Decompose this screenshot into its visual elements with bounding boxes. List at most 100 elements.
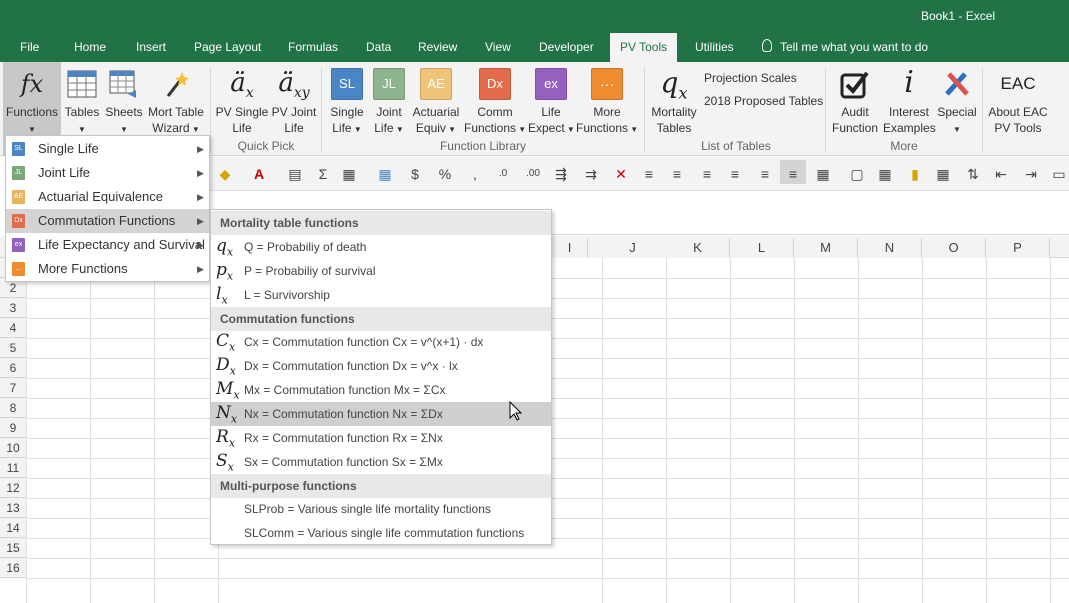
group-list-of-tables: List of Tables — [701, 139, 771, 153]
column-header[interactable]: J — [588, 238, 678, 258]
outdent-icon[interactable]: ⇥ — [1022, 165, 1040, 183]
border-grid-icon[interactable]: ▦ — [814, 165, 832, 183]
menu-item-label: Nx = Commutation function Nx = ΣDx — [244, 407, 443, 421]
chart-icon[interactable]: ▮ — [906, 165, 924, 183]
row-header[interactable]: 5 — [0, 338, 26, 358]
menu-item-nx[interactable]: Nx Nx = Commutation function Nx = ΣDx — [211, 402, 551, 426]
tab-view[interactable]: View — [485, 40, 511, 54]
border-all-icon[interactable]: ▦ — [876, 165, 894, 183]
remove-arrows-icon[interactable]: ✕ — [612, 165, 630, 183]
increase-decimal-icon[interactable]: .0 — [494, 165, 512, 183]
row-header[interactable]: 7 — [0, 378, 26, 398]
table-icon[interactable]: ▦ — [934, 165, 952, 183]
row-header[interactable]: 12 — [0, 478, 26, 498]
menu-item-label: L = Survivorship — [244, 288, 330, 302]
proposed-tables-button[interactable]: 2018 Proposed Tables — [704, 94, 823, 108]
tell-me-search[interactable]: Tell me what you want to do — [780, 40, 928, 54]
trace-dependents-icon[interactable]: ⇉ — [582, 165, 600, 183]
menu-item-joint-life[interactable]: JL Joint Life ▶ — [6, 161, 209, 185]
decrease-decimal-icon[interactable]: .00 — [524, 165, 542, 183]
percent-icon[interactable]: % — [436, 165, 454, 183]
group-quick-pick: Quick Pick — [237, 139, 295, 153]
tab-formulas[interactable]: Formulas — [288, 40, 338, 54]
tab-developer[interactable]: Developer — [539, 40, 594, 54]
row-header[interactable]: 15 — [0, 538, 26, 558]
menu-item-actuarial-equivalence[interactable]: AE Actuarial Equivalence ▶ — [6, 185, 209, 209]
align-right-icon[interactable]: ≡ — [698, 165, 716, 183]
tab-page-layout[interactable]: Page Layout — [194, 40, 261, 54]
row-header[interactable]: 13 — [0, 498, 26, 518]
column-header[interactable]: N — [858, 238, 922, 258]
align-middle-icon[interactable]: ≡ — [756, 165, 774, 183]
menu-item-more-functions[interactable]: ... More Functions ▶ — [6, 257, 209, 281]
sort-icon[interactable]: ⇅ — [964, 165, 982, 183]
menu-item-dx[interactable]: Dx Dx = Commutation function Dx = v^x · l… — [211, 354, 551, 378]
tab-pv-tools[interactable]: PV Tools — [610, 33, 678, 62]
tools-icon — [945, 72, 969, 96]
row-header[interactable]: 11 — [0, 458, 26, 478]
comma-icon[interactable]: , — [466, 165, 484, 183]
align-bottom-icon[interactable]: ≡ — [780, 160, 806, 184]
more-dots-icon: ... — [12, 262, 25, 276]
align-center-icon[interactable]: ≡ — [668, 165, 686, 183]
border-outer-icon[interactable]: ▢ — [848, 165, 866, 183]
tab-data[interactable]: Data — [366, 40, 391, 54]
borders-icon[interactable]: ▤ — [286, 165, 304, 183]
chevron-down-icon: ▼ — [78, 125, 86, 134]
tab-insert[interactable]: Insert — [136, 40, 166, 54]
column-header[interactable]: L — [730, 238, 794, 258]
font-color-icon[interactable]: A — [250, 165, 268, 183]
window-icon[interactable]: ▭ — [1050, 165, 1068, 183]
tab-home[interactable]: Home — [74, 40, 106, 54]
menu-item-commutation-functions[interactable]: Dx Commutation Functions ▶ — [6, 209, 209, 233]
menu-item-qx[interactable]: qx Q = Probabiliy of death — [211, 235, 551, 259]
ae-icon: AE — [420, 68, 452, 100]
sl-icon: SL — [331, 68, 363, 100]
column-header[interactable]: K — [666, 238, 730, 258]
projection-scales-button[interactable]: Projection Scales — [704, 71, 797, 85]
align-top-icon[interactable]: ≡ — [726, 165, 744, 183]
life-label: Life — [374, 121, 394, 135]
eac-logo: EAC — [1000, 74, 1036, 93]
menu-item-slcomm[interactable]: SLComm = Various single life commutation… — [211, 521, 551, 545]
menu-item-life-expectancy[interactable]: ex Life Expectancy and Survival ▶ — [6, 233, 209, 257]
sum-icon[interactable]: Σ — [314, 165, 332, 183]
indent-icon[interactable]: ⇤ — [992, 165, 1010, 183]
a-umlaut-x-icon: äx — [230, 68, 254, 102]
column-header[interactable]: P — [986, 238, 1050, 258]
row-header[interactable]: 16 — [0, 558, 26, 578]
row-header[interactable]: 9 — [0, 418, 26, 438]
tab-utilities[interactable]: Utilities — [695, 40, 734, 54]
menu-item-rx[interactable]: Rx Rx = Commutation function Rx = ΣNx — [211, 426, 551, 450]
row-header[interactable]: 10 — [0, 438, 26, 458]
life-label: Life — [232, 121, 252, 135]
tab-file[interactable]: File — [20, 40, 39, 54]
calendar-icon[interactable]: ▦ — [376, 165, 394, 183]
row-header[interactable]: 14 — [0, 518, 26, 538]
about-eac-button[interactable]: EAC About EAC PV Tools — [986, 62, 1050, 156]
menu-item-px[interactable]: px P = Probabiliy of survival — [211, 259, 551, 283]
row-header[interactable]: 6 — [0, 358, 26, 378]
row-header[interactable]: 4 — [0, 318, 26, 338]
fill-color-icon[interactable]: ◆ — [216, 165, 234, 183]
sl-icon: SL — [12, 142, 25, 156]
row-header[interactable]: 3 — [0, 298, 26, 318]
menu-item-label: Commutation Functions — [38, 213, 176, 228]
menu-item-cx[interactable]: Cx Cx = Commutation function Cx = v^(x+1)… — [211, 330, 551, 354]
column-header[interactable]: I — [552, 238, 588, 258]
menu-item-single-life[interactable]: SL Single Life ▶ — [6, 137, 209, 161]
tab-review[interactable]: Review — [418, 40, 457, 54]
column-header[interactable]: O — [922, 238, 986, 258]
menu-item-sx[interactable]: Sx Sx = Commutation function Sx = ΣMx — [211, 450, 551, 474]
align-left-icon[interactable]: ≡ — [640, 165, 658, 183]
trace-icon[interactable]: ⇶ — [552, 165, 570, 183]
menu-item-label: Single Life — [38, 141, 99, 156]
row-header[interactable]: 8 — [0, 398, 26, 418]
column-header[interactable]: M — [794, 238, 858, 258]
menu-item-lx[interactable]: lx L = Survivorship — [211, 283, 551, 307]
menu-item-mx[interactable]: Mx Mx = Commutation function Mx = ΣCx — [211, 378, 551, 402]
currency-icon[interactable]: $ — [406, 165, 424, 183]
menu-item-slprob[interactable]: SLProb = Various single life mortality f… — [211, 497, 551, 521]
format-icon[interactable]: ▦ — [340, 165, 358, 183]
menu-item-label: Rx = Commutation function Rx = ΣNx — [244, 431, 443, 445]
